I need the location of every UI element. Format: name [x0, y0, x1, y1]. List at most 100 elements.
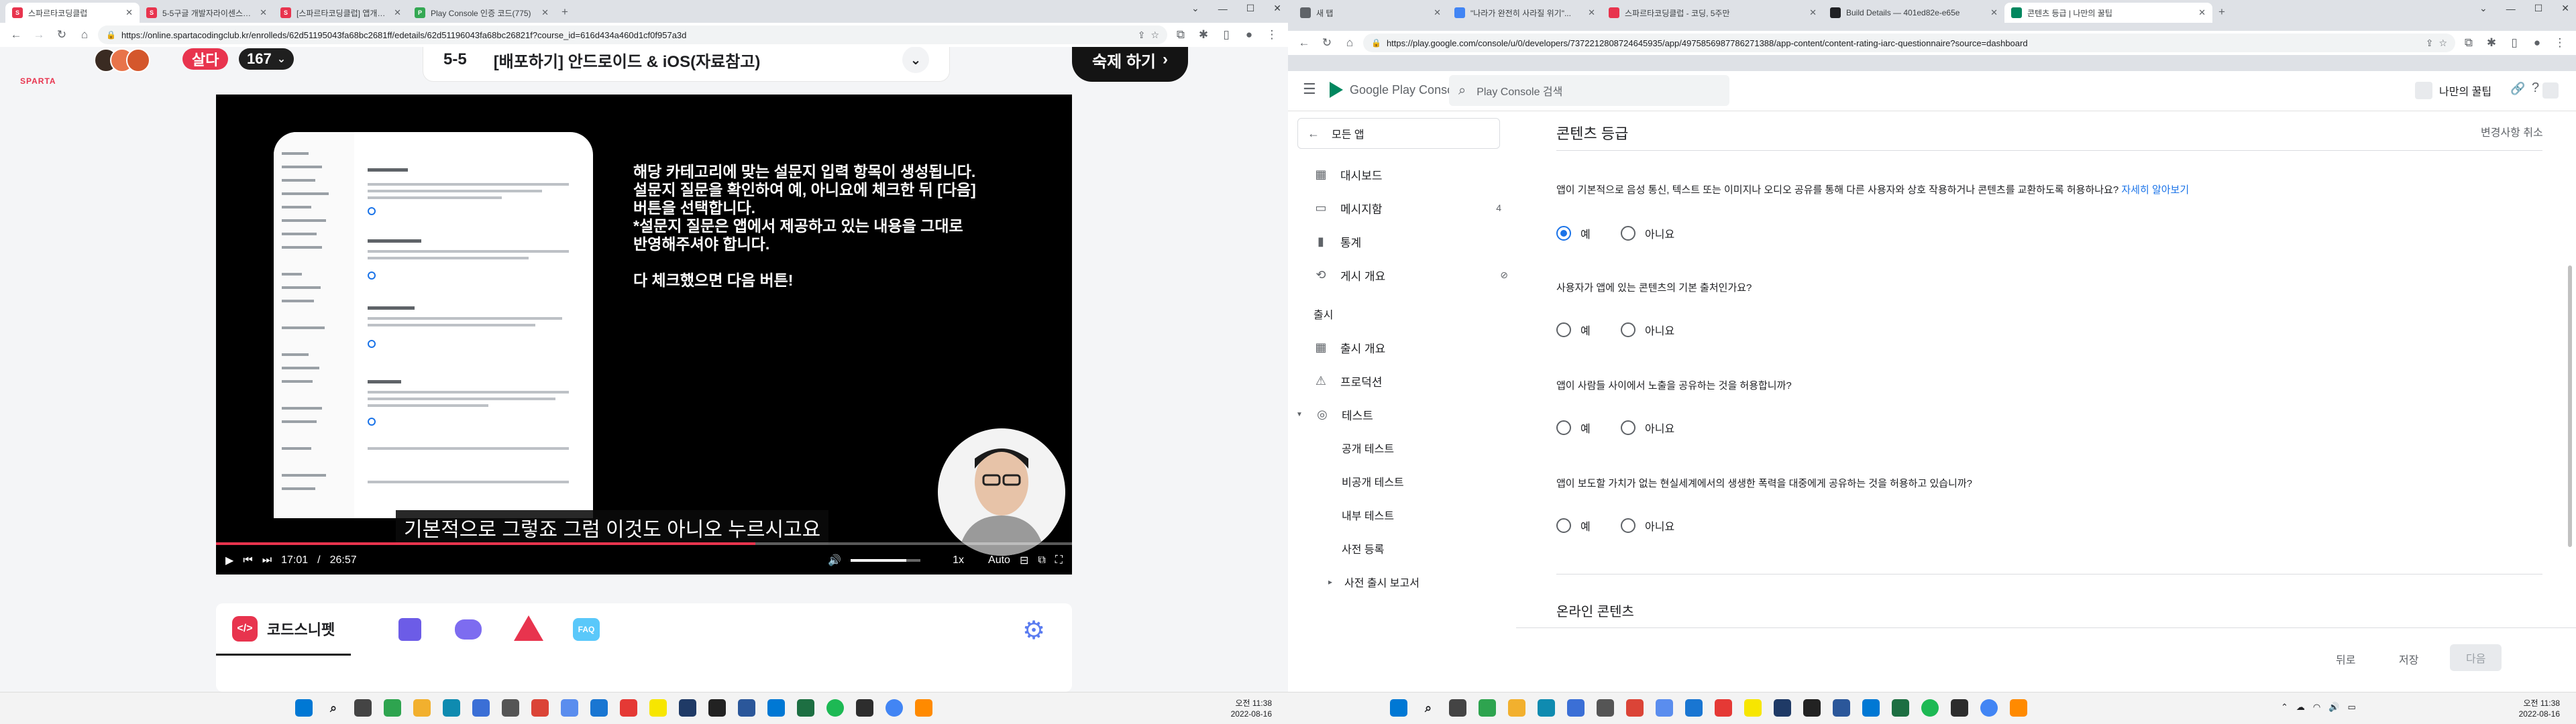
terminal-icon[interactable]: [856, 699, 873, 717]
forward-icon[interactable]: →: [30, 25, 48, 44]
puzzle-icon[interactable]: ✱: [2482, 34, 2501, 52]
app-switcher[interactable]: [2542, 75, 2576, 106]
maximize-icon[interactable]: ☐: [1246, 3, 1255, 14]
close-icon[interactable]: ✕: [1990, 7, 1998, 18]
sidebar-item-release-overview[interactable]: ▦ 출시 개요: [1313, 339, 1385, 355]
chevron-down-icon[interactable]: ⌄: [1191, 3, 1199, 14]
radio-yes[interactable]: 예: [1556, 518, 1591, 534]
sidebar-item-production[interactable]: ⚠ 프로덕션: [1313, 373, 1383, 389]
file-explorer-icon[interactable]: [1508, 699, 1525, 717]
maximize-icon[interactable]: ☐: [2534, 3, 2543, 14]
profile-icon[interactable]: ●: [1240, 25, 1258, 44]
close-icon[interactable]: ✕: [1809, 7, 1817, 18]
app-icon[interactable]: [915, 699, 932, 717]
close-icon[interactable]: ✕: [541, 7, 549, 18]
spotify-icon[interactable]: [1921, 699, 1939, 717]
new-tab-icon[interactable]: +: [555, 3, 574, 21]
app-name-pill[interactable]: 나만의 꿀팁: [2415, 75, 2491, 106]
chevron-down-icon[interactable]: ⌄: [2479, 3, 2487, 14]
home-icon[interactable]: ⌂: [1340, 34, 1359, 52]
task-view-icon[interactable]: [1449, 699, 1466, 717]
sidepanel-icon[interactable]: ▯: [2505, 34, 2524, 52]
settings-icon[interactable]: [502, 699, 519, 717]
chrome-icon[interactable]: [1626, 699, 1644, 717]
volume-slider[interactable]: [851, 559, 921, 562]
play-icon[interactable]: ▶: [225, 554, 233, 567]
chrome-icon[interactable]: [885, 699, 903, 717]
extension-icon[interactable]: ⧉: [1171, 25, 1190, 44]
console-search[interactable]: ⌕ Play Console 검색: [1449, 75, 1729, 106]
left-tab[interactable]: S 스파르타코딩클럽 ✕: [5, 3, 140, 23]
sidebar-subitem-internal-testing[interactable]: 내부 테스트: [1342, 507, 1394, 523]
app-icon[interactable]: [2010, 699, 2027, 717]
share-icon[interactable]: ⇪: [2426, 38, 2434, 49]
video-player[interactable]: 해당 카테고리에 맞는 설문지 입력 항목이 생성됩니다. 설문지 질문을 확인…: [216, 95, 1072, 575]
mail-icon[interactable]: [1685, 699, 1703, 717]
radio-yes[interactable]: 예: [1556, 225, 1591, 241]
chat-app-icon[interactable]: [384, 699, 401, 717]
photoshop-icon[interactable]: [1774, 699, 1791, 717]
file-explorer-icon[interactable]: [413, 699, 431, 717]
task-view-icon[interactable]: [354, 699, 372, 717]
checklist-icon[interactable]: [398, 618, 421, 641]
right-tab[interactable]: "나라가 완전히 사라질 위기"... ✕: [1448, 3, 1602, 23]
discard-changes-link[interactable]: 변경사항 취소: [2481, 123, 2543, 139]
chat-icon[interactable]: [455, 619, 482, 640]
sidebar-subitem-closed-testing[interactable]: 비공개 테스트: [1342, 473, 1404, 489]
excel-icon[interactable]: [797, 699, 814, 717]
vscode-icon[interactable]: [1862, 699, 1880, 717]
chat-app-icon[interactable]: [1479, 699, 1496, 717]
calendar-icon[interactable]: [1715, 699, 1732, 717]
share-icon[interactable]: ⇪: [1138, 29, 1146, 41]
close-icon[interactable]: ✕: [2198, 7, 2206, 18]
close-icon[interactable]: ✕: [125, 7, 133, 18]
all-apps-button[interactable]: ← 모든 앱: [1297, 118, 1500, 149]
console-brand[interactable]: Google Play Console: [1350, 83, 1463, 97]
radio-yes[interactable]: 예: [1556, 420, 1591, 436]
wifi-icon[interactable]: ◠: [2313, 702, 2320, 713]
photos-icon[interactable]: [1656, 699, 1673, 717]
chrome-icon[interactable]: [531, 699, 549, 717]
excel-icon[interactable]: [1892, 699, 1909, 717]
radio-no[interactable]: 아니요: [1621, 420, 1674, 436]
previous-icon[interactable]: ⏮: [243, 554, 252, 566]
sidebar-item-publishing-overview[interactable]: ⟲ 게시 개요 ⊘: [1313, 267, 1508, 283]
close-icon[interactable]: ✕: [2561, 3, 2569, 14]
minimize-icon[interactable]: —: [2506, 3, 2516, 14]
close-icon[interactable]: ✕: [1434, 7, 1441, 18]
store-icon[interactable]: [1567, 699, 1585, 717]
minimize-icon[interactable]: —: [1218, 3, 1228, 14]
volume-icon[interactable]: 🔊: [828, 554, 841, 567]
back-icon[interactable]: ←: [7, 25, 25, 44]
learn-more-link[interactable]: 자세히 알아보기: [2121, 184, 2189, 196]
speed-button[interactable]: 1x: [953, 554, 964, 566]
word-icon[interactable]: [1833, 699, 1850, 717]
hamburger-menu-icon[interactable]: ☰: [1303, 80, 1316, 98]
cloud-icon[interactable]: ☁: [2296, 702, 2305, 713]
lesson-selector[interactable]: 5-5 [배포하기] 안드로이드 & iOS(자료참고) ⌄: [423, 47, 950, 82]
profile-icon[interactable]: ●: [2528, 34, 2546, 52]
home-icon[interactable]: ⌂: [75, 25, 94, 44]
homework-button[interactable]: 숙제 하기 ›: [1072, 47, 1188, 82]
puzzle-icon[interactable]: ✱: [1194, 25, 1213, 44]
sparta-logo[interactable]: SPARTA: [20, 76, 56, 86]
menu-icon[interactable]: ⋮: [2551, 34, 2569, 52]
count-pill[interactable]: 167 ⌄: [239, 48, 294, 70]
vscode-icon[interactable]: [767, 699, 785, 717]
sidebar-subitem-pre-launch-report[interactable]: ▸ 사전 출시 보고서: [1328, 574, 1419, 590]
volume-icon[interactable]: 🔊: [2328, 702, 2339, 713]
left-tab[interactable]: P Play Console 인증 코드(775) ✕: [408, 3, 555, 23]
right-address-bar[interactable]: 🔒 https://play.google.com/console/u/0/de…: [1363, 34, 2455, 52]
notion-icon[interactable]: [1803, 699, 1821, 717]
tab-code-snippet[interactable]: </> 코드스니펫: [216, 603, 352, 656]
kakao-icon[interactable]: [1744, 699, 1762, 717]
back-button[interactable]: 뒤로: [2336, 651, 2355, 667]
close-icon[interactable]: ✕: [394, 7, 401, 18]
battery-icon[interactable]: ▭: [2347, 702, 2355, 713]
back-icon[interactable]: ←: [1295, 34, 1313, 52]
sidebar-item-testing[interactable]: ▼ ◎ 테스트: [1296, 406, 1373, 422]
radio-no[interactable]: 아니요: [1621, 225, 1674, 241]
right-tab[interactable]: 콘텐츠 등급 | 나만의 꿀팁 ✕: [2004, 3, 2212, 23]
sidebar-item-dashboard[interactable]: ▦ 대시보드: [1313, 166, 1382, 182]
new-tab-icon[interactable]: +: [2212, 3, 2231, 21]
